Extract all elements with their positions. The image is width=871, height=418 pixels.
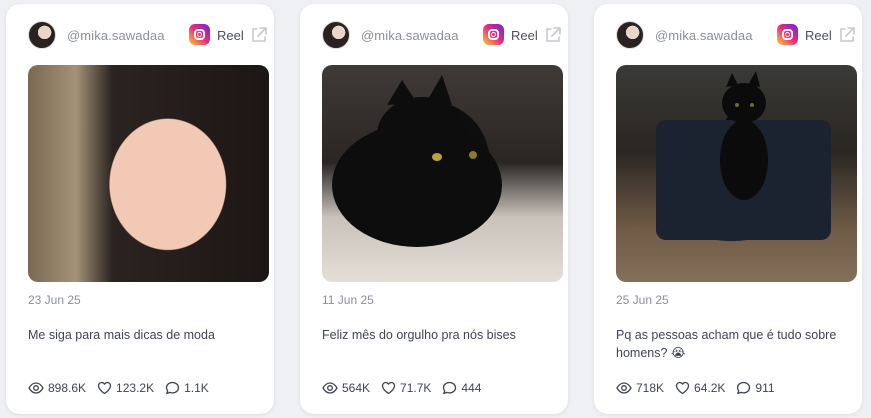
card-header: @mika.sawadaa Reel <box>594 20 862 50</box>
external-link-icon[interactable] <box>838 26 856 44</box>
heart-icon <box>675 381 690 395</box>
post-card[interactable]: @mika.sawadaa Reel 11 Jun 25 Feliz mês d… <box>300 4 568 414</box>
instagram-icon <box>189 24 210 45</box>
post-caption: Pq as pessoas acham que é tudo sobre hom… <box>616 328 837 360</box>
card-header: @mika.sawadaa Reel <box>300 20 568 50</box>
views-stat: 564K <box>322 381 370 395</box>
eye-icon <box>616 382 632 394</box>
avatar[interactable] <box>322 21 350 49</box>
instagram-icon <box>777 24 798 45</box>
views-count: 898.6K <box>48 381 87 395</box>
account-handle[interactable]: @mika.sawadaa <box>655 28 753 43</box>
instagram-icon <box>483 24 504 45</box>
views-stat: 898.6K <box>28 381 86 395</box>
comments-stat: 444 <box>442 381 481 395</box>
post-thumbnail[interactable] <box>28 65 269 282</box>
account-handle[interactable]: @mika.sawadaa <box>361 28 459 43</box>
heart-icon <box>381 381 396 395</box>
likes-count: 123.2K <box>116 381 155 395</box>
likes-stat: 64.2K <box>675 381 725 395</box>
post-stats: 718K 64.2K 911 <box>616 380 786 396</box>
comments-count: 911 <box>755 381 775 395</box>
eye-icon <box>28 382 44 394</box>
comment-icon <box>443 381 457 395</box>
likes-count: 71.7K <box>400 381 432 395</box>
post-caption: Me siga para mais dicas de moda <box>28 328 215 342</box>
likes-stat: 71.7K <box>381 381 431 395</box>
external-link-icon[interactable] <box>250 26 268 44</box>
post-caption: Feliz mês do orgulho pra nós bises <box>322 328 516 342</box>
post-date: 23 Jun 25 <box>28 293 81 307</box>
heart-icon <box>97 381 112 395</box>
post-date: 11 Jun 25 <box>322 293 374 307</box>
post-card[interactable]: @mika.sawadaa Reel 25 Jun 25 Pq as pesso… <box>594 4 862 414</box>
views-count: 718K <box>636 381 665 395</box>
post-stats: 564K 71.7K 444 <box>322 380 492 396</box>
external-link-icon[interactable] <box>544 26 562 44</box>
avatar[interactable] <box>616 21 644 49</box>
post-thumbnail[interactable] <box>616 65 857 282</box>
comments-count: 1.1K <box>184 381 209 395</box>
comments-stat: 1.1K <box>165 381 209 395</box>
eye-icon <box>322 382 338 394</box>
post-type-label: Reel <box>805 28 832 43</box>
likes-stat: 123.2K <box>97 381 154 395</box>
comment-icon <box>737 381 751 395</box>
likes-count: 64.2K <box>694 381 726 395</box>
post-thumbnail[interactable] <box>322 65 563 282</box>
views-stat: 718K <box>616 381 664 395</box>
comment-icon <box>165 381 180 395</box>
avatar[interactable] <box>28 21 56 49</box>
post-type-label: Reel <box>511 28 538 43</box>
post-type-label: Reel <box>217 28 244 43</box>
comments-count: 444 <box>461 381 482 395</box>
post-stats: 898.6K 123.2K 1.1K <box>28 380 220 396</box>
card-header: @mika.sawadaa Reel <box>6 20 274 50</box>
post-date: 25 Jun 25 <box>616 293 669 307</box>
views-count: 564K <box>342 381 371 395</box>
cat-illustration <box>332 75 502 247</box>
post-card[interactable]: @mika.sawadaa Reel 23 Jun 25 Me siga par… <box>6 4 274 414</box>
account-handle[interactable]: @mika.sawadaa <box>67 28 165 43</box>
cat-illustration <box>656 71 831 240</box>
comments-stat: 911 <box>736 381 775 395</box>
